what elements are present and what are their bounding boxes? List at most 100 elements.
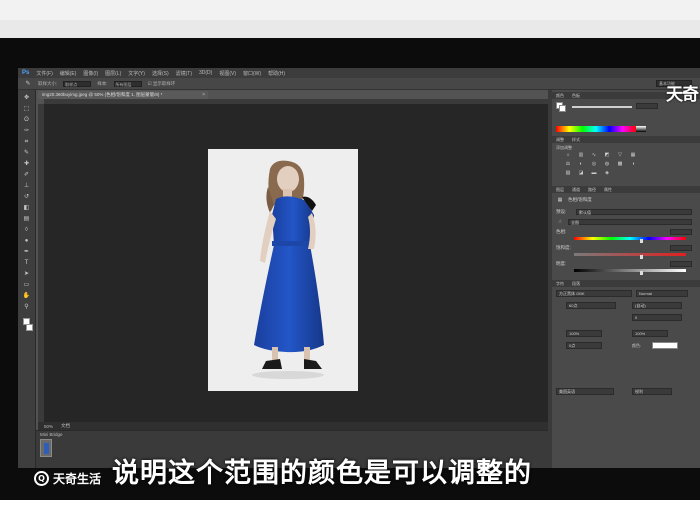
- show-ring-checkbox[interactable]: ☑ 显示取样环: [148, 81, 176, 87]
- tab-adjustments[interactable]: 调整: [556, 137, 564, 143]
- lasso-icon[interactable]: ʘ: [23, 116, 31, 124]
- document-photo[interactable]: [208, 149, 358, 391]
- vertical-scale-field[interactable]: 100%: [566, 330, 602, 337]
- zoom-level[interactable]: 50%: [44, 424, 53, 429]
- selective-color-icon[interactable]: ◈: [603, 170, 611, 176]
- mini-bridge-thumbnail[interactable]: [40, 439, 52, 457]
- photo-filter-icon[interactable]: ◎: [590, 161, 598, 167]
- menu-select[interactable]: 选择(S): [152, 70, 169, 77]
- menu-filter[interactable]: 滤镜(T): [176, 70, 192, 77]
- vibrance-icon[interactable]: ▽: [616, 152, 624, 158]
- document-tab[interactable]: img20.360buyimg.jpeg @ 50% (色相/饱和度 1, 图层…: [38, 91, 208, 99]
- tab-properties[interactable]: 属性: [604, 187, 612, 193]
- tab-channels[interactable]: 通道: [572, 187, 580, 193]
- lightness-value-field[interactable]: [670, 261, 692, 267]
- threshold-icon[interactable]: ◪: [577, 170, 585, 176]
- color-spectrum[interactable]: [556, 126, 636, 132]
- channel-select[interactable]: 全图: [568, 219, 692, 225]
- color-lookup-icon[interactable]: ▩: [616, 161, 624, 167]
- hue-value-field[interactable]: [670, 229, 692, 235]
- status-bar: 50% 文档: [38, 422, 548, 430]
- path-select-icon[interactable]: ➤: [23, 270, 31, 278]
- crop-icon[interactable]: ⌗: [23, 138, 31, 146]
- canvas-area[interactable]: [44, 104, 548, 422]
- saturation-slider-handle[interactable]: [640, 255, 643, 259]
- tab-character[interactable]: 字符: [556, 281, 564, 287]
- tab-paragraph[interactable]: 段落: [572, 281, 580, 287]
- font-size-field[interactable]: 60点: [566, 302, 616, 309]
- hue-slider[interactable]: [574, 237, 686, 240]
- move-icon[interactable]: ✥: [23, 94, 31, 102]
- doc-info[interactable]: 文档: [61, 423, 70, 429]
- channel-mixer-icon[interactable]: ◍: [603, 161, 611, 167]
- eyedropper-icon[interactable]: ✎: [23, 149, 31, 157]
- menu-layer[interactable]: 图层(L): [105, 70, 121, 77]
- color-balance-icon[interactable]: ⚖: [564, 161, 572, 167]
- blur-icon[interactable]: ◊: [23, 226, 31, 234]
- healing-icon[interactable]: ✚: [23, 160, 31, 168]
- quick-select-icon[interactable]: ✑: [23, 127, 31, 135]
- menu-help[interactable]: 帮助(H): [268, 70, 285, 77]
- antialias-select[interactable]: 锐利: [632, 388, 672, 395]
- background-color-swatch[interactable]: [25, 324, 33, 331]
- tab-layers[interactable]: 图层: [556, 187, 564, 193]
- sample-select[interactable]: 所有图层: [113, 80, 142, 87]
- leading-field[interactable]: (自动): [632, 302, 682, 309]
- font-family-select[interactable]: 方正黑体 GBK: [556, 290, 632, 297]
- menu-3d[interactable]: 3D(D): [199, 70, 212, 76]
- invert-icon[interactable]: ◑: [629, 161, 637, 167]
- menu-view[interactable]: 视图(V): [219, 70, 236, 77]
- close-icon[interactable]: ×: [202, 91, 205, 99]
- curves-icon[interactable]: ∿: [590, 152, 598, 158]
- sample-size-select[interactable]: 取样点: [63, 80, 92, 87]
- hue-slider-handle[interactable]: [640, 239, 643, 243]
- gradient-icon[interactable]: ▤: [23, 215, 31, 223]
- history-brush-icon[interactable]: ↺: [23, 193, 31, 201]
- levels-icon[interactable]: ▥: [577, 152, 585, 158]
- lightness-slider-handle[interactable]: [640, 271, 643, 275]
- mini-bridge-label[interactable]: Mini Bridge: [40, 432, 63, 437]
- menu-window[interactable]: 窗口(W): [243, 70, 261, 77]
- hand-icon[interactable]: ✋: [23, 292, 31, 300]
- font-style-select[interactable]: Normal: [636, 290, 688, 297]
- gray-value-field[interactable]: [636, 103, 658, 109]
- tab-swatches[interactable]: 色板: [572, 93, 580, 99]
- horizontal-scale-field[interactable]: 100%: [632, 330, 668, 337]
- menu-file[interactable]: 文件(F): [36, 70, 52, 77]
- zoom-icon[interactable]: ⚲: [23, 303, 31, 311]
- language-select[interactable]: 美国英语: [556, 388, 614, 395]
- type-icon[interactable]: T: [23, 259, 31, 267]
- posterize-icon[interactable]: ▧: [564, 170, 572, 176]
- hue-saturation-icon[interactable]: ▦: [629, 152, 637, 158]
- lightness-slider[interactable]: [574, 269, 686, 272]
- menu-image[interactable]: 图像(I): [83, 70, 98, 77]
- tab-color[interactable]: 颜色: [556, 93, 564, 99]
- panel-background-swatch[interactable]: [559, 105, 566, 112]
- saturation-value-field[interactable]: [670, 245, 692, 251]
- baseline-field[interactable]: 0点: [566, 342, 602, 349]
- tab-styles[interactable]: 样式: [572, 137, 580, 143]
- saturation-slider[interactable]: [574, 253, 686, 256]
- brush-icon[interactable]: ✐: [23, 171, 31, 179]
- grayscale-ramp[interactable]: [636, 126, 646, 132]
- brightness-icon[interactable]: ☼: [564, 152, 572, 158]
- preset-row: 预设: 默认值: [556, 208, 692, 216]
- tab-paths[interactable]: 路径: [588, 187, 596, 193]
- menu-edit[interactable]: 编辑(E): [60, 70, 77, 77]
- menu-type[interactable]: 文字(Y): [128, 70, 145, 77]
- text-color-swatch[interactable]: [652, 342, 678, 349]
- marquee-icon[interactable]: ⬚: [23, 105, 31, 113]
- tracking-field[interactable]: 0: [632, 314, 682, 321]
- pen-icon[interactable]: ✒: [23, 248, 31, 256]
- exposure-icon[interactable]: ◩: [603, 152, 611, 158]
- black-white-icon[interactable]: ◐: [577, 161, 585, 167]
- gradient-map-icon[interactable]: ▬: [590, 170, 598, 176]
- gray-slider[interactable]: [572, 106, 632, 108]
- eyedropper-icon[interactable]: ✎: [24, 80, 32, 88]
- hand-target-icon[interactable]: ☝: [556, 219, 564, 225]
- dodge-icon[interactable]: ●: [23, 237, 31, 245]
- stamp-icon[interactable]: ⊥: [23, 182, 31, 190]
- preset-select[interactable]: 默认值: [576, 209, 692, 215]
- eraser-icon[interactable]: ◧: [23, 204, 31, 212]
- shape-icon[interactable]: ▭: [23, 281, 31, 289]
